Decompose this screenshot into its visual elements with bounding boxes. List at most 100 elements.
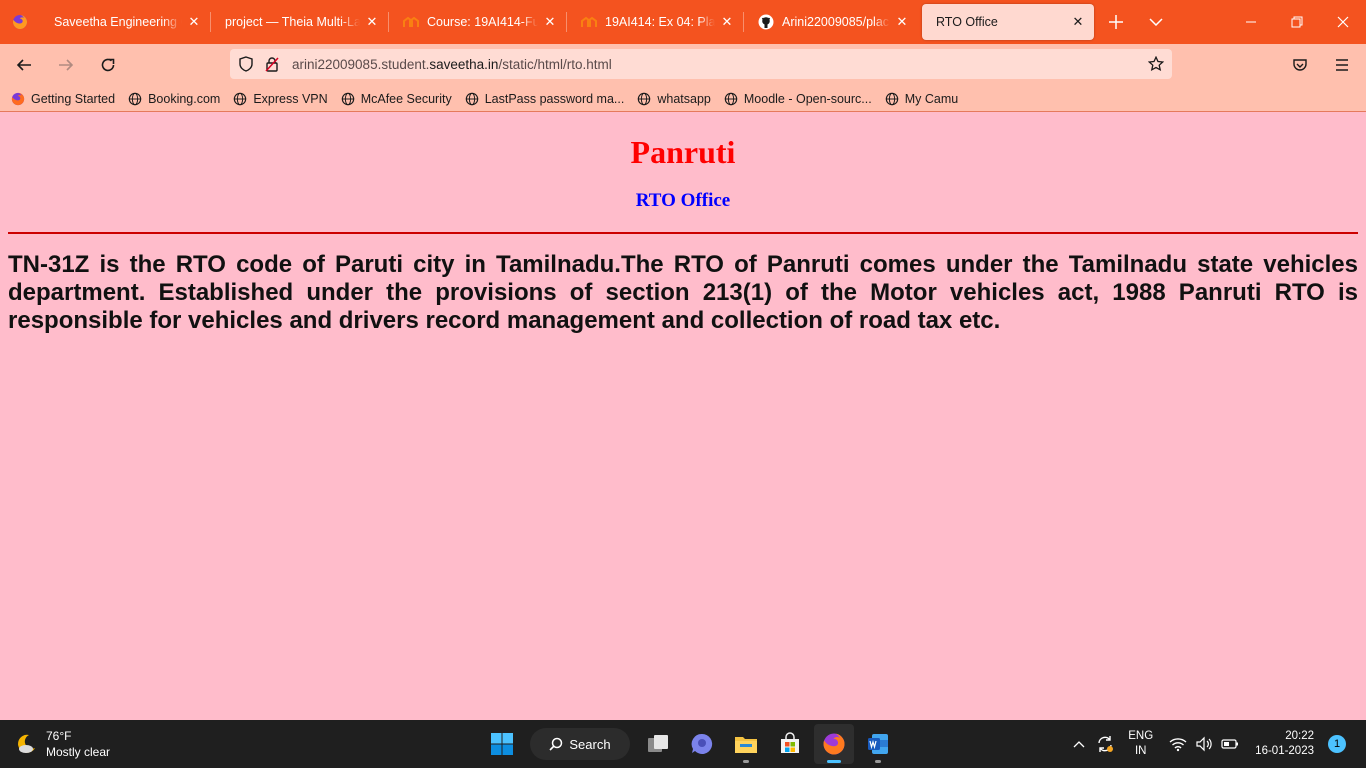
minimize-icon <box>1246 21 1256 23</box>
bookmark-label: LastPass password ma... <box>484 91 625 106</box>
tab-theia[interactable]: project — Theia Multi-Language ✕ <box>211 4 388 40</box>
bookmark-lastpass[interactable]: LastPass password ma... <box>464 91 625 107</box>
moodle-logo-icon <box>581 14 597 30</box>
wifi-icon[interactable] <box>1166 732 1190 756</box>
microsoft-store-button[interactable] <box>770 724 810 764</box>
url-subdomain: arini22009085.student. <box>292 56 430 72</box>
bookmark-label: McAfee Security <box>360 91 452 106</box>
close-icon[interactable]: ✕ <box>719 14 735 30</box>
taskbar-apps: Search <box>480 724 900 764</box>
file-explorer-button[interactable] <box>726 724 766 764</box>
globe-icon <box>340 91 356 107</box>
bookmark-label: Express VPN <box>253 91 328 106</box>
bookmark-moodle[interactable]: Moodle - Open-sourc... <box>723 91 872 107</box>
show-hidden-icons-button[interactable] <box>1067 732 1091 756</box>
firefox-view-button[interactable] <box>0 0 40 44</box>
list-all-tabs-button[interactable] <box>1136 0 1176 44</box>
close-icon <box>1337 16 1349 28</box>
taskbar-search-button[interactable]: Search <box>530 728 630 760</box>
microsoft-store-icon <box>781 732 799 753</box>
clock-date: 16-01-2023 <box>1255 745 1314 757</box>
plus-icon <box>1109 15 1123 29</box>
search-icon <box>549 737 563 751</box>
pocket-button[interactable] <box>1282 49 1318 81</box>
word-taskbar-button[interactable] <box>858 724 898 764</box>
battery-icon[interactable] <box>1218 732 1242 756</box>
tab-title: RTO Office <box>936 15 998 29</box>
new-tab-button[interactable] <box>1096 0 1136 44</box>
shield-icon[interactable] <box>236 54 256 74</box>
bookmark-label: whatsapp <box>657 91 711 106</box>
chevron-down-icon <box>1149 18 1163 26</box>
start-button[interactable] <box>482 724 522 764</box>
chevron-up-icon <box>1073 741 1085 748</box>
bookmark-label: Booking.com <box>148 91 221 106</box>
forward-button[interactable] <box>48 49 84 81</box>
clock-time: 20:22 <box>1285 730 1314 742</box>
back-button[interactable] <box>6 49 42 81</box>
weather-widget[interactable]: 76°F Mostly clear <box>14 728 110 760</box>
volume-icon[interactable] <box>1192 732 1216 756</box>
bookmark-whatsapp[interactable]: whatsapp <box>636 91 711 107</box>
weather-temperature: 76°F <box>46 729 72 743</box>
page-content: Panruti RTO Office TN-31Z is the RTO cod… <box>0 113 1366 720</box>
url-text[interactable]: arini22009085.student.saveetha.in/static… <box>292 57 612 72</box>
close-icon[interactable]: ✕ <box>186 14 202 30</box>
file-explorer-icon <box>735 737 757 753</box>
tab-title: Saveetha Engineering College <box>54 15 182 29</box>
tab-rto-office[interactable]: RTO Office ✕ <box>922 4 1094 40</box>
close-icon[interactable]: ✕ <box>1070 14 1086 30</box>
bookmark-label: My Camu <box>904 91 959 106</box>
task-view-button[interactable] <box>638 724 678 764</box>
globe-icon <box>636 91 652 107</box>
tab-title: project — Theia Multi-Language <box>225 15 360 29</box>
language-code: ENG <box>1128 730 1154 742</box>
globe-icon <box>127 91 143 107</box>
app-menu-button[interactable] <box>1324 49 1360 81</box>
globe-icon <box>884 91 900 107</box>
teams-chat-button[interactable] <box>682 724 722 764</box>
close-icon[interactable]: ✕ <box>542 14 558 30</box>
page-subheading: RTO Office <box>635 190 731 211</box>
firefox-icon <box>10 91 26 107</box>
tab-title: 19AI414: Ex 04: Places Around Me <box>605 15 715 29</box>
bookmark-express-vpn[interactable]: Express VPN <box>232 91 328 107</box>
close-icon[interactable]: ✕ <box>364 14 380 30</box>
bookmark-label: Getting Started <box>31 91 116 106</box>
bookmark-getting-started[interactable]: Getting Started <box>10 91 115 107</box>
clock[interactable]: 20:22 16-01-2023 <box>1255 729 1314 759</box>
tab-saveetha[interactable]: Saveetha Engineering College ✕ <box>40 4 210 40</box>
system-tray: ENG IN 20:22 16-01-2023 1 <box>1066 720 1366 768</box>
address-bar[interactable]: arini22009085.student.saveetha.in/static… <box>230 49 1172 79</box>
region-code: IN <box>1134 745 1147 757</box>
sync-status-icon[interactable] <box>1093 732 1117 756</box>
close-window-button[interactable] <box>1320 0 1366 44</box>
bookmark-star-icon[interactable] <box>1146 54 1166 74</box>
close-icon[interactable]: ✕ <box>894 14 910 30</box>
bookmark-booking[interactable]: Booking.com <box>127 91 220 107</box>
weather-condition: Mostly clear <box>46 745 111 759</box>
insecure-lock-icon[interactable] <box>262 54 282 74</box>
bookmark-my-camu[interactable]: My Camu <box>884 91 958 107</box>
restore-button[interactable] <box>1274 0 1320 44</box>
reload-button[interactable] <box>90 49 126 81</box>
firefox-taskbar-button[interactable] <box>814 724 854 764</box>
url-path: /static/html/rto.html <box>498 56 612 72</box>
bookmarks-toolbar: Getting Started Booking.com Express VPN … <box>0 86 1366 112</box>
navigation-toolbar: arini22009085.student.saveetha.in/static… <box>0 44 1366 86</box>
globe-icon <box>723 91 739 107</box>
notification-badge[interactable]: 1 <box>1328 735 1346 753</box>
globe-icon <box>232 91 248 107</box>
tab-exercise[interactable]: 19AI414: Ex 04: Places Around Me ✕ <box>567 4 743 40</box>
windows-start-icon <box>491 733 513 755</box>
moodle-logo-icon <box>403 14 419 30</box>
word-icon <box>868 734 888 754</box>
minimize-button[interactable] <box>1228 0 1274 44</box>
taskbar: 76°F Mostly clear Search ENG IN 20:22 16… <box>0 720 1366 768</box>
input-language-indicator[interactable]: ENG IN <box>1128 729 1153 759</box>
bookmark-mcafee[interactable]: McAfee Security <box>340 91 452 107</box>
tab-course[interactable]: Course: 19AI414-Fundamentals ✕ <box>389 4 566 40</box>
tab-github[interactable]: Arini22009085/places-around-me ✕ <box>744 4 918 40</box>
pocket-icon <box>1293 59 1307 71</box>
tab-strip: Saveetha Engineering College ✕ project —… <box>0 0 1366 44</box>
